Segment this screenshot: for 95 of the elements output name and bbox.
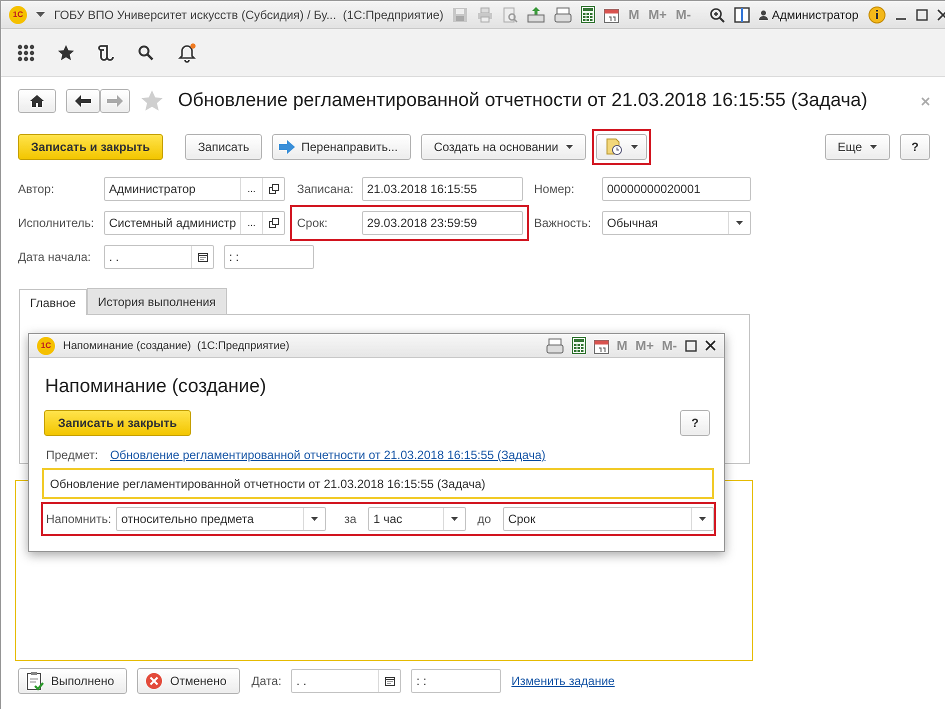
redirect-button[interactable]: Перенаправить... xyxy=(272,134,411,160)
cancel-icon xyxy=(145,672,164,690)
input-field[interactable]: 29.03.2018 23:59:59 xyxy=(362,211,523,235)
zoom-icon[interactable] xyxy=(708,6,725,22)
date-field[interactable]: . . xyxy=(291,669,402,693)
favorite-star-icon[interactable] xyxy=(140,89,164,113)
dropdown-field[interactable]: Обычная xyxy=(602,211,751,235)
time-field[interactable]: : : xyxy=(411,669,502,693)
calendar-icon xyxy=(384,676,395,686)
field-label: Записана: xyxy=(297,182,354,196)
arrow-icon xyxy=(279,140,296,154)
calculator-icon[interactable] xyxy=(572,337,586,354)
close-icon[interactable] xyxy=(705,340,716,351)
caret-icon xyxy=(451,517,458,521)
maximize-icon[interactable] xyxy=(685,340,697,352)
reminder-text-field[interactable]: Обновление регламентированной отчетности от 21.03.2018 16:15:55 (Задача) xyxy=(42,468,714,499)
home-icon xyxy=(30,95,44,107)
save-and-close-button[interactable]: Записать и закрыть xyxy=(18,134,163,160)
form-title: Обновление регламентированной отчетности от 21.03.2018 16:15:55 (Задача) xyxy=(178,90,868,112)
calculator-icon[interactable] xyxy=(581,6,596,23)
field-label: Важность: xyxy=(534,216,592,230)
preview-icon xyxy=(502,6,518,22)
history-icon[interactable] xyxy=(97,44,115,62)
printer-icon xyxy=(477,6,494,22)
upload-icon[interactable] xyxy=(527,6,546,22)
field-label: Номер: xyxy=(534,182,576,196)
star-icon[interactable] xyxy=(57,44,75,62)
forward-arrow-icon xyxy=(107,95,123,107)
choose-button[interactable]: ... xyxy=(240,212,262,234)
tab[interactable]: Главное xyxy=(19,289,87,315)
search-icon[interactable] xyxy=(137,44,155,62)
document-clock-icon xyxy=(605,138,624,156)
open-icon xyxy=(268,218,278,228)
help-button[interactable]: ? xyxy=(680,410,710,436)
create-based-on-button[interactable]: Создать на основании xyxy=(420,134,586,160)
caret-icon xyxy=(870,145,877,149)
window-title: ГОБУ ВПО Университет искусств (Субсидия) / Бу... (1С:Предприятие) xyxy=(54,8,444,22)
subject-link[interactable]: Обновление регламентированной отчетности от 21.03.2018 16:15:55 (Задача) xyxy=(110,448,546,462)
dialog-title: Напоминание (создание) (1С:Предприятие) xyxy=(63,340,290,352)
tab[interactable]: История выполнения xyxy=(86,288,227,314)
dropdown-field[interactable]: Срок xyxy=(503,507,714,531)
field-label: Исполнитель: xyxy=(18,216,96,230)
save-button[interactable]: Записать xyxy=(184,134,262,160)
app-logo: 1С xyxy=(37,336,55,354)
scanner-icon[interactable] xyxy=(546,338,564,354)
dropdown-field[interactable]: 1 час xyxy=(368,507,466,531)
dropdown-field[interactable]: относительно предмета xyxy=(116,507,326,531)
date-field[interactable]: . . xyxy=(104,245,214,269)
close-icon[interactable] xyxy=(936,8,945,20)
choose-button[interactable]: ... xyxy=(240,178,262,200)
open-icon xyxy=(268,184,278,194)
menu-caret-icon[interactable] xyxy=(36,12,45,18)
back-button[interactable] xyxy=(66,89,100,113)
home-button[interactable] xyxy=(18,89,56,113)
user-menu[interactable]: Администратор xyxy=(758,8,858,22)
caret-icon xyxy=(631,145,638,149)
calendar-icon[interactable] xyxy=(604,6,620,22)
before-label: за xyxy=(344,512,356,526)
back-arrow-icon xyxy=(75,95,91,107)
remind-label: Напомнить: xyxy=(46,512,112,526)
maximize-icon[interactable] xyxy=(916,8,928,20)
notification-icon[interactable] xyxy=(177,42,197,62)
cancelled-button[interactable]: Отменено xyxy=(137,668,240,694)
reminder-button[interactable] xyxy=(596,134,648,160)
more-button[interactable]: Еще xyxy=(824,134,890,160)
caret-icon xyxy=(699,517,706,521)
input-field[interactable]: 21.03.2018 16:15:55 xyxy=(362,177,523,201)
change-task-link[interactable]: Изменить задание xyxy=(511,674,615,688)
save-icon xyxy=(452,6,468,22)
save-and-close-button[interactable]: Записать и закрыть xyxy=(44,410,191,436)
field-label: Срок: xyxy=(297,216,329,230)
input-field[interactable]: 00000000020001 xyxy=(602,177,751,201)
input-field[interactable]: Системный администр ... xyxy=(104,211,285,235)
scanner-icon[interactable] xyxy=(554,6,572,22)
calendar-icon[interactable] xyxy=(594,338,609,354)
caret-icon xyxy=(311,517,318,521)
help-button[interactable]: ? xyxy=(900,134,930,160)
until-label: до xyxy=(477,512,492,526)
apps-icon[interactable] xyxy=(17,44,35,62)
date-label: Дата: xyxy=(252,674,282,688)
panel-icon[interactable] xyxy=(734,6,750,22)
caret-icon xyxy=(736,221,743,225)
user-icon xyxy=(758,10,768,20)
time-field[interactable]: : : xyxy=(224,245,314,269)
app-logo: 1С xyxy=(9,6,27,24)
clipboard-check-icon xyxy=(26,671,44,691)
caret-icon xyxy=(566,145,574,149)
field-label: Дата начала: xyxy=(18,250,92,264)
dialog-heading: Напоминание (создание) xyxy=(45,376,268,398)
calendar-icon xyxy=(198,252,208,262)
subject-label: Предмет: xyxy=(46,448,98,462)
input-field[interactable]: Администратор ... xyxy=(104,177,285,201)
field-label: Автор: xyxy=(18,182,56,196)
info-icon[interactable] xyxy=(868,6,886,24)
done-button[interactable]: Выполнено xyxy=(18,668,128,694)
